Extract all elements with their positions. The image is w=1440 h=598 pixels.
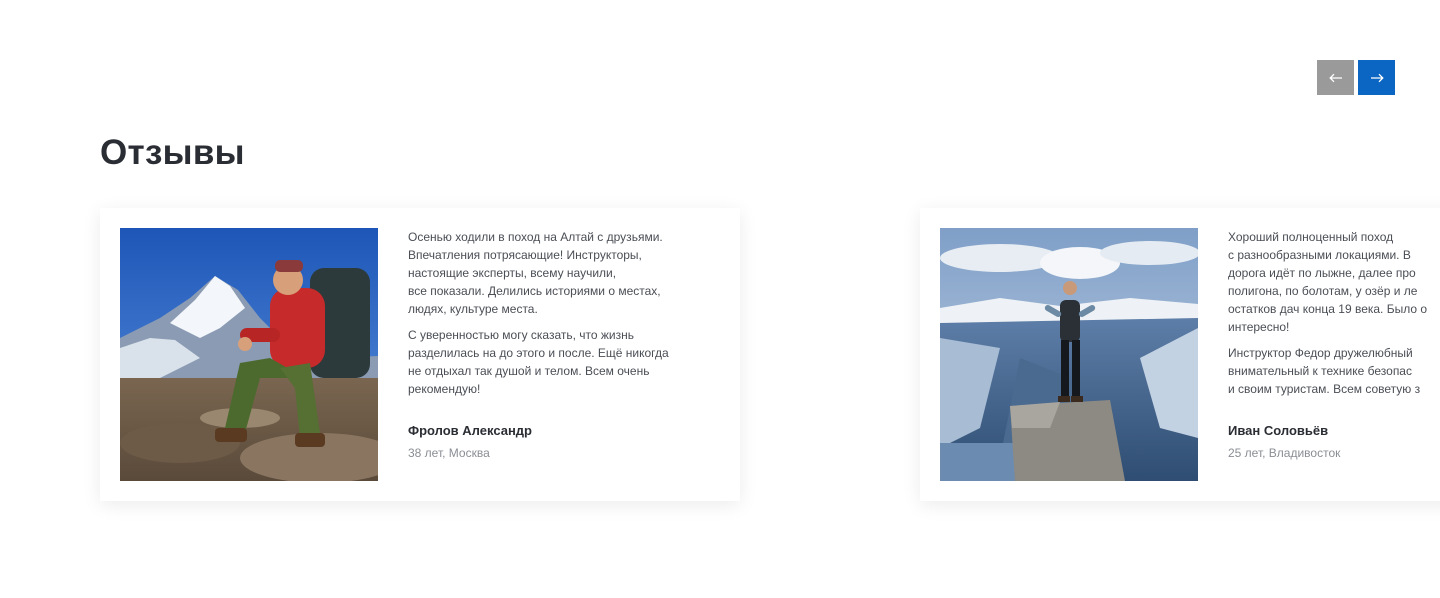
review-paragraph: Хороший полноценный поход с разнообразны… — [1228, 230, 1428, 334]
reviews-section: Отзывы Осенью ходили в поход на Алтай с … — [0, 0, 1440, 598]
section-title: Отзывы — [100, 133, 245, 172]
slider-prev-button[interactable] — [1317, 60, 1354, 95]
arrow-left-icon — [1328, 73, 1342, 82]
review-text: Хороший полноценный поход с разнообразны… — [1228, 228, 1440, 406]
review-photo — [120, 228, 378, 481]
reviews-slider-track: Осенью ходили в поход на Алтай с друзьям… — [100, 208, 1440, 501]
review-author: Иван Соловьёв — [1228, 423, 1329, 438]
review-author: Фролов Александр — [408, 423, 532, 438]
arrow-right-icon — [1370, 73, 1384, 82]
review-card: Осенью ходили в поход на Алтай с друзьям… — [100, 208, 740, 501]
review-paragraph: Инструктор Федор дружелюбный внимательны… — [1228, 346, 1421, 396]
review-author-meta: 38 лет, Москва — [408, 446, 490, 460]
slider-next-button[interactable] — [1358, 60, 1395, 95]
review-card: Хороший полноценный поход с разнообразны… — [920, 208, 1440, 501]
review-paragraph: Осенью ходили в поход на Алтай с друзьям… — [408, 230, 663, 316]
review-photo — [940, 228, 1198, 481]
slider-nav — [1317, 60, 1395, 95]
review-author-meta: 25 лет, Владивосток — [1228, 446, 1341, 460]
review-text: Осенью ходили в поход на Алтай с друзьям… — [408, 228, 708, 406]
review-paragraph: С уверенностью могу сказать, что жизнь р… — [408, 328, 669, 396]
